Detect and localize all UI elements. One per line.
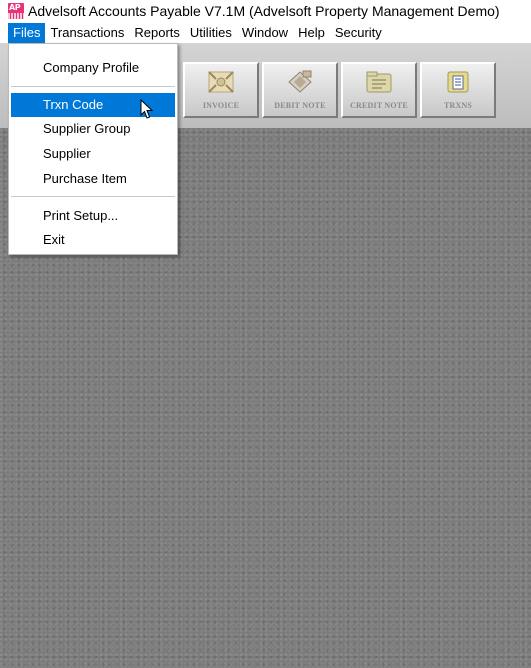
menu-help[interactable]: Help	[293, 23, 330, 43]
debit-note-button[interactable]: DEBIT NOTE	[262, 62, 338, 118]
credit-note-button[interactable]: CREDIT NOTE	[341, 62, 417, 118]
menu-reports[interactable]: Reports	[129, 23, 185, 43]
files-dropdown-menu: Company Profile Trxn Code Supplier Group…	[8, 43, 178, 255]
menu-files[interactable]: Files	[8, 22, 46, 43]
menu-item-supplier[interactable]: Supplier	[11, 142, 175, 166]
menu-item-exit[interactable]: Exit	[11, 228, 175, 252]
invoice-icon	[208, 71, 234, 93]
app-logo-icon[interactable]: AP	[8, 3, 24, 19]
app-icon-text: AP	[9, 3, 21, 12]
menu-bar: Files Transactions Reports Utilities Win…	[0, 22, 531, 43]
trxns-button[interactable]: TRXNS	[420, 62, 496, 118]
menu-item-print-setup[interactable]: Print Setup...	[11, 204, 175, 228]
menu-item-purchase-item[interactable]: Purchase Item	[11, 167, 175, 191]
debit-note-label: DEBIT NOTE	[274, 101, 326, 110]
mouse-cursor-icon	[140, 99, 154, 119]
credit-note-label: CREDIT NOTE	[350, 101, 408, 110]
debit-note-icon	[288, 70, 312, 93]
menu-window[interactable]: Window	[237, 23, 293, 43]
menu-security[interactable]: Security	[330, 23, 387, 43]
invoice-button[interactable]: INVOICE	[183, 62, 259, 118]
invoice-label: INVOICE	[202, 101, 240, 110]
credit-note-icon	[366, 71, 392, 93]
menu-transactions[interactable]: Transactions	[45, 23, 129, 43]
menu-item-company-profile[interactable]: Company Profile	[11, 56, 175, 80]
menu-separator	[11, 196, 175, 197]
window-title: Advelsoft Accounts Payable V7.1M (Advels…	[28, 3, 500, 19]
transactions-icon	[447, 71, 469, 93]
title-bar: AP Advelsoft Accounts Payable V7.1M (Adv…	[0, 0, 531, 22]
menu-utilities[interactable]: Utilities	[185, 23, 237, 43]
menu-separator	[11, 86, 175, 87]
trxns-label: TRXNS	[443, 101, 473, 110]
